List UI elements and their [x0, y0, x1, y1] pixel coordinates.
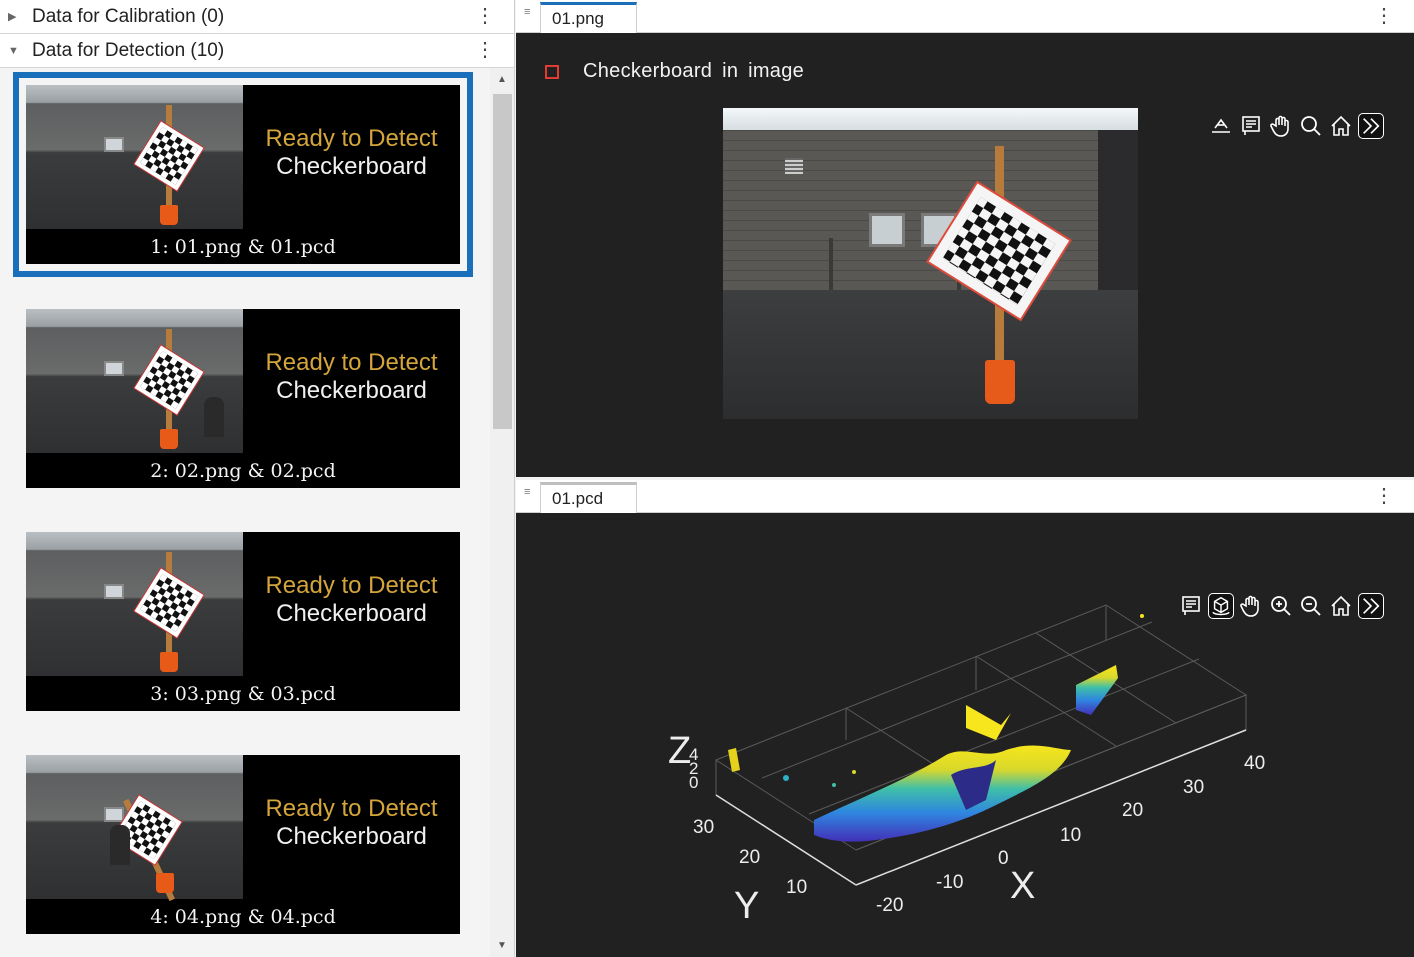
status-line-1: Ready to Detect — [265, 349, 438, 376]
x-tick-label: 20 — [1122, 800, 1144, 821]
detection-section-title: Data for Detection (10) — [32, 39, 225, 61]
status-line-2: Checkerboard — [276, 823, 427, 850]
data-tips-icon[interactable] — [1238, 113, 1264, 139]
thumbnail-caption: 3: 03.png & 03.pcd — [150, 683, 336, 705]
thumbnail-caption: 4: 04.png & 04.pcd — [150, 906, 336, 928]
thumbnail-item[interactable]: Ready to Detect Checkerboard 1: 01.png &… — [13, 72, 473, 277]
thumbnail-image — [26, 85, 243, 229]
camera-image[interactable] — [723, 108, 1138, 419]
status-line-2: Checkerboard — [276, 600, 427, 627]
image-pane-options-icon[interactable]: ⋮ — [1374, 4, 1394, 28]
x-tick-label: -10 — [936, 872, 964, 893]
legend-label: Checkerboard in image — [583, 60, 805, 82]
image-pane: ≡ 01.png ⋮ Checkerboard in image — [516, 0, 1414, 477]
detection-options-icon[interactable]: ⋮ — [475, 38, 495, 62]
z-axis-label: Z — [668, 730, 692, 772]
thumbnail-item[interactable]: Ready to Detect Checkerboard 3: 03.png &… — [26, 532, 460, 711]
thumbnail-caption: 1: 01.png & 01.pcd — [150, 236, 336, 258]
thumbnail-image — [26, 532, 243, 676]
y-tick-label: 20 — [739, 847, 761, 868]
chevron-down-icon[interactable]: ▼ — [8, 45, 22, 57]
thumbnail-status: Ready to Detect Checkerboard — [243, 572, 460, 628]
thumbnail-list[interactable]: Ready to Detect Checkerboard 1: 01.png &… — [0, 68, 490, 957]
scrollbar-thumb[interactable] — [493, 94, 512, 429]
y-tick-label: 30 — [693, 817, 715, 838]
restore-view-icon[interactable] — [1208, 113, 1234, 139]
thumbnail-image — [26, 309, 243, 453]
x-tick-label: 30 — [1183, 777, 1205, 798]
scroll-up-icon[interactable]: ▲ — [497, 74, 507, 85]
zoom-icon[interactable] — [1298, 113, 1324, 139]
z-tick-label: 0 — [689, 773, 699, 792]
status-line-1: Ready to Detect — [265, 572, 438, 599]
calibration-section-header[interactable]: ▶ Data for Calibration (0) ⋮ — [0, 0, 514, 34]
pointcloud-tabbar: ≡ 01.pcd ⋮ — [516, 480, 1414, 513]
thumbnail-status: Ready to Detect Checkerboard — [243, 125, 460, 181]
status-line-1: Ready to Detect — [265, 125, 438, 152]
status-line-2: Checkerboard — [276, 153, 427, 180]
x-tick-label: 40 — [1244, 753, 1266, 774]
calibration-options-icon[interactable]: ⋮ — [475, 4, 495, 28]
status-line-2: Checkerboard — [276, 377, 427, 404]
pointcloud-pane-options-icon[interactable]: ⋮ — [1374, 484, 1394, 508]
x-tick-label: 10 — [1060, 825, 1082, 846]
calibration-section-title: Data for Calibration (0) — [32, 5, 225, 27]
home-icon[interactable] — [1328, 113, 1354, 139]
expand-icon[interactable] — [1358, 113, 1384, 139]
tab-pointcloud[interactable]: 01.pcd — [540, 482, 637, 513]
pan-icon[interactable] — [1268, 113, 1294, 139]
drag-handle-icon[interactable]: ≡ — [524, 486, 530, 498]
drag-handle-icon[interactable]: ≡ — [524, 6, 530, 18]
x-tick-label: 0 — [998, 848, 1009, 869]
pointcloud-pane: ≡ 01.pcd ⋮ Z Y X 4 2 0 30 20 10 -20 -10 … — [516, 480, 1414, 957]
data-browser-panel: ▶ Data for Calibration (0) ⋮ ▼ Data for … — [0, 0, 515, 957]
status-line-1: Ready to Detect — [265, 795, 438, 822]
image-tabbar: ≡ 01.png ⋮ — [516, 0, 1414, 33]
legend-marker — [545, 64, 559, 79]
tab-image[interactable]: 01.png — [540, 2, 637, 33]
image-axes-toolbar — [1208, 113, 1384, 139]
thumbnail-image — [26, 755, 243, 902]
thumbnail-scrollbar[interactable]: ▲ ▼ — [490, 68, 514, 957]
x-tick-label: -20 — [876, 895, 904, 916]
detection-section-header[interactable]: ▼ Data for Detection (10) ⋮ — [0, 34, 514, 68]
chevron-right-icon[interactable]: ▶ — [8, 10, 22, 23]
thumbnail-caption: 2: 02.png & 02.pcd — [150, 460, 336, 482]
y-axis-label: Y — [734, 885, 760, 927]
thumbnail-status: Ready to Detect Checkerboard — [243, 795, 460, 851]
thumbnail-item[interactable]: Ready to Detect Checkerboard 4: 04.png &… — [26, 755, 460, 934]
thumbnail-status: Ready to Detect Checkerboard — [243, 349, 460, 405]
y-tick-label: 10 — [786, 877, 808, 898]
scroll-down-icon[interactable]: ▼ — [497, 940, 507, 951]
thumbnail-item[interactable]: Ready to Detect Checkerboard 2: 02.png &… — [26, 309, 460, 488]
image-legend: Checkerboard in image — [545, 60, 804, 83]
x-axis-label: X — [1010, 865, 1036, 907]
lidar-camera-calibrator: ▶ Data for Calibration (0) ⋮ ▼ Data for … — [0, 0, 1414, 957]
